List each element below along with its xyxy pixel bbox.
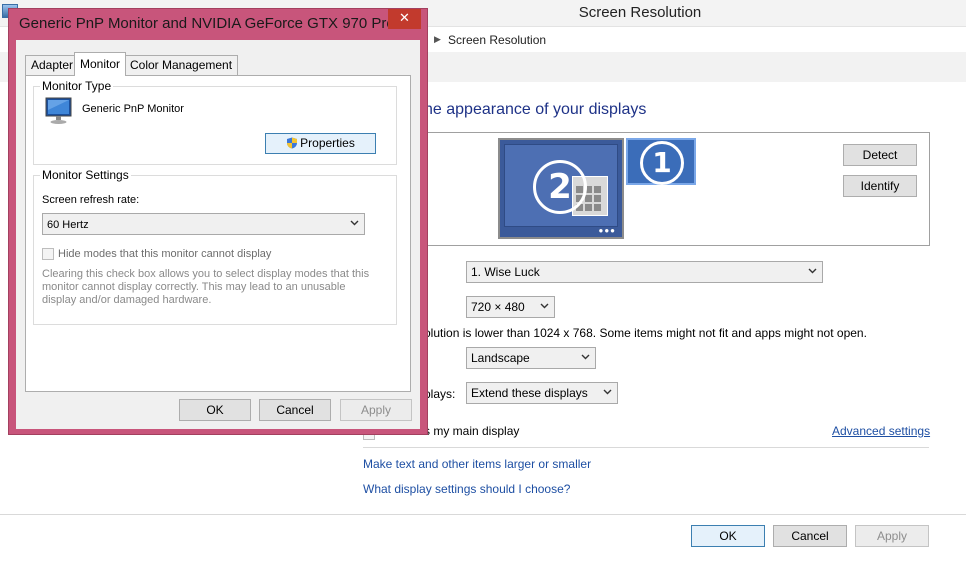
monitor-type-title: Monitor Type xyxy=(40,79,114,93)
shield-icon xyxy=(286,136,298,155)
chevron-down-icon xyxy=(808,266,817,275)
monitor-properties-dialog[interactable]: Generic PnP Monitor and NVIDIA GeForce G… xyxy=(8,8,428,435)
close-button[interactable]: ✕ xyxy=(388,9,421,29)
display-help-link[interactable]: What display settings should I choose? xyxy=(363,482,570,496)
hide-modes-label: Hide modes that this monitor cannot disp… xyxy=(58,248,272,260)
chevron-down-icon xyxy=(581,352,590,361)
close-icon: ✕ xyxy=(399,11,410,26)
monitor-tab-panel: Monitor Type Generic PnP Monitor Propert… xyxy=(25,75,411,392)
dialog-title: Generic PnP Monitor and NVIDIA GeForce G… xyxy=(19,15,389,32)
resolution-select-value: 720 × 480 xyxy=(471,300,525,314)
dialog-cancel-button[interactable]: Cancel xyxy=(259,399,331,421)
resolution-warning: olution is lower than 1024 x 768. Some i… xyxy=(424,326,867,340)
refresh-rate-select[interactable]: 60 Hertz xyxy=(42,213,365,235)
monitor-settings-group: Monitor Settings Screen refresh rate: 60… xyxy=(33,168,397,325)
resolution-select[interactable]: 720 × 480 xyxy=(466,296,555,318)
chevron-down-icon xyxy=(603,387,612,396)
monitor-settings-title: Monitor Settings xyxy=(40,168,131,182)
monitor-1-thumbnail[interactable]: 1 xyxy=(626,138,696,185)
refresh-rate-label: Screen refresh rate: xyxy=(42,194,140,206)
dialog-body: Adapter Monitor Color Management Monitor… xyxy=(16,40,420,429)
dialog-ok-button[interactable]: OK xyxy=(179,399,251,421)
breadcrumb-chevron-icon: ▶ xyxy=(434,34,441,44)
detect-button[interactable]: Detect xyxy=(843,144,917,166)
hide-modes-note: Clearing this check box allows you to se… xyxy=(42,268,370,306)
monitor-icon xyxy=(44,95,74,125)
orientation-select[interactable]: Landscape xyxy=(466,347,596,369)
monitor-2-dots-icon: ●●● xyxy=(598,226,616,235)
cancel-button[interactable]: Cancel xyxy=(773,525,847,547)
multiple-displays-label: plays: xyxy=(424,387,456,401)
monitor-2-thumbnail[interactable]: 2 ●●● xyxy=(498,138,624,239)
ok-button[interactable]: OK xyxy=(691,525,765,547)
hide-modes-checkbox[interactable] xyxy=(42,248,54,260)
dialog-apply-button[interactable]: Apply xyxy=(340,399,412,421)
tab-adapter[interactable]: Adapter xyxy=(25,55,80,75)
tab-color-management[interactable]: Color Management xyxy=(124,55,239,75)
monitor-name: Generic PnP Monitor xyxy=(82,103,184,115)
refresh-rate-value: 60 Hertz xyxy=(47,219,89,231)
apply-button[interactable]: Apply xyxy=(855,525,929,547)
display-select-value: 1. Wise Luck xyxy=(471,265,540,279)
display-select[interactable]: 1. Wise Luck xyxy=(466,261,823,283)
footer-divider xyxy=(0,514,966,515)
orientation-select-value: Landscape xyxy=(471,351,530,365)
monitor-type-group: Monitor Type Generic PnP Monitor Propert… xyxy=(33,79,397,165)
page-heading: ne appearance of your displays xyxy=(424,101,647,118)
properties-button[interactable]: Properties xyxy=(265,133,376,154)
tab-monitor[interactable]: Monitor xyxy=(74,52,127,76)
text-size-link[interactable]: Make text and other items larger or smal… xyxy=(363,457,591,471)
chevron-down-icon xyxy=(540,301,549,310)
multiple-displays-select-value: Extend these displays xyxy=(471,386,588,400)
properties-button-label: Properties xyxy=(300,136,355,150)
advanced-settings-link[interactable]: Advanced settings xyxy=(832,424,930,438)
breadcrumb-screen-resolution[interactable]: Screen Resolution xyxy=(448,33,546,47)
section-divider xyxy=(363,447,929,448)
multiple-displays-select[interactable]: Extend these displays xyxy=(466,382,618,404)
main-display-label: s my main display xyxy=(424,424,520,438)
monitor-1-number: 1 xyxy=(640,141,684,185)
chevron-down-icon xyxy=(350,218,359,227)
monitor-2-number: 2 xyxy=(533,160,587,214)
identify-button[interactable]: Identify xyxy=(843,175,917,197)
